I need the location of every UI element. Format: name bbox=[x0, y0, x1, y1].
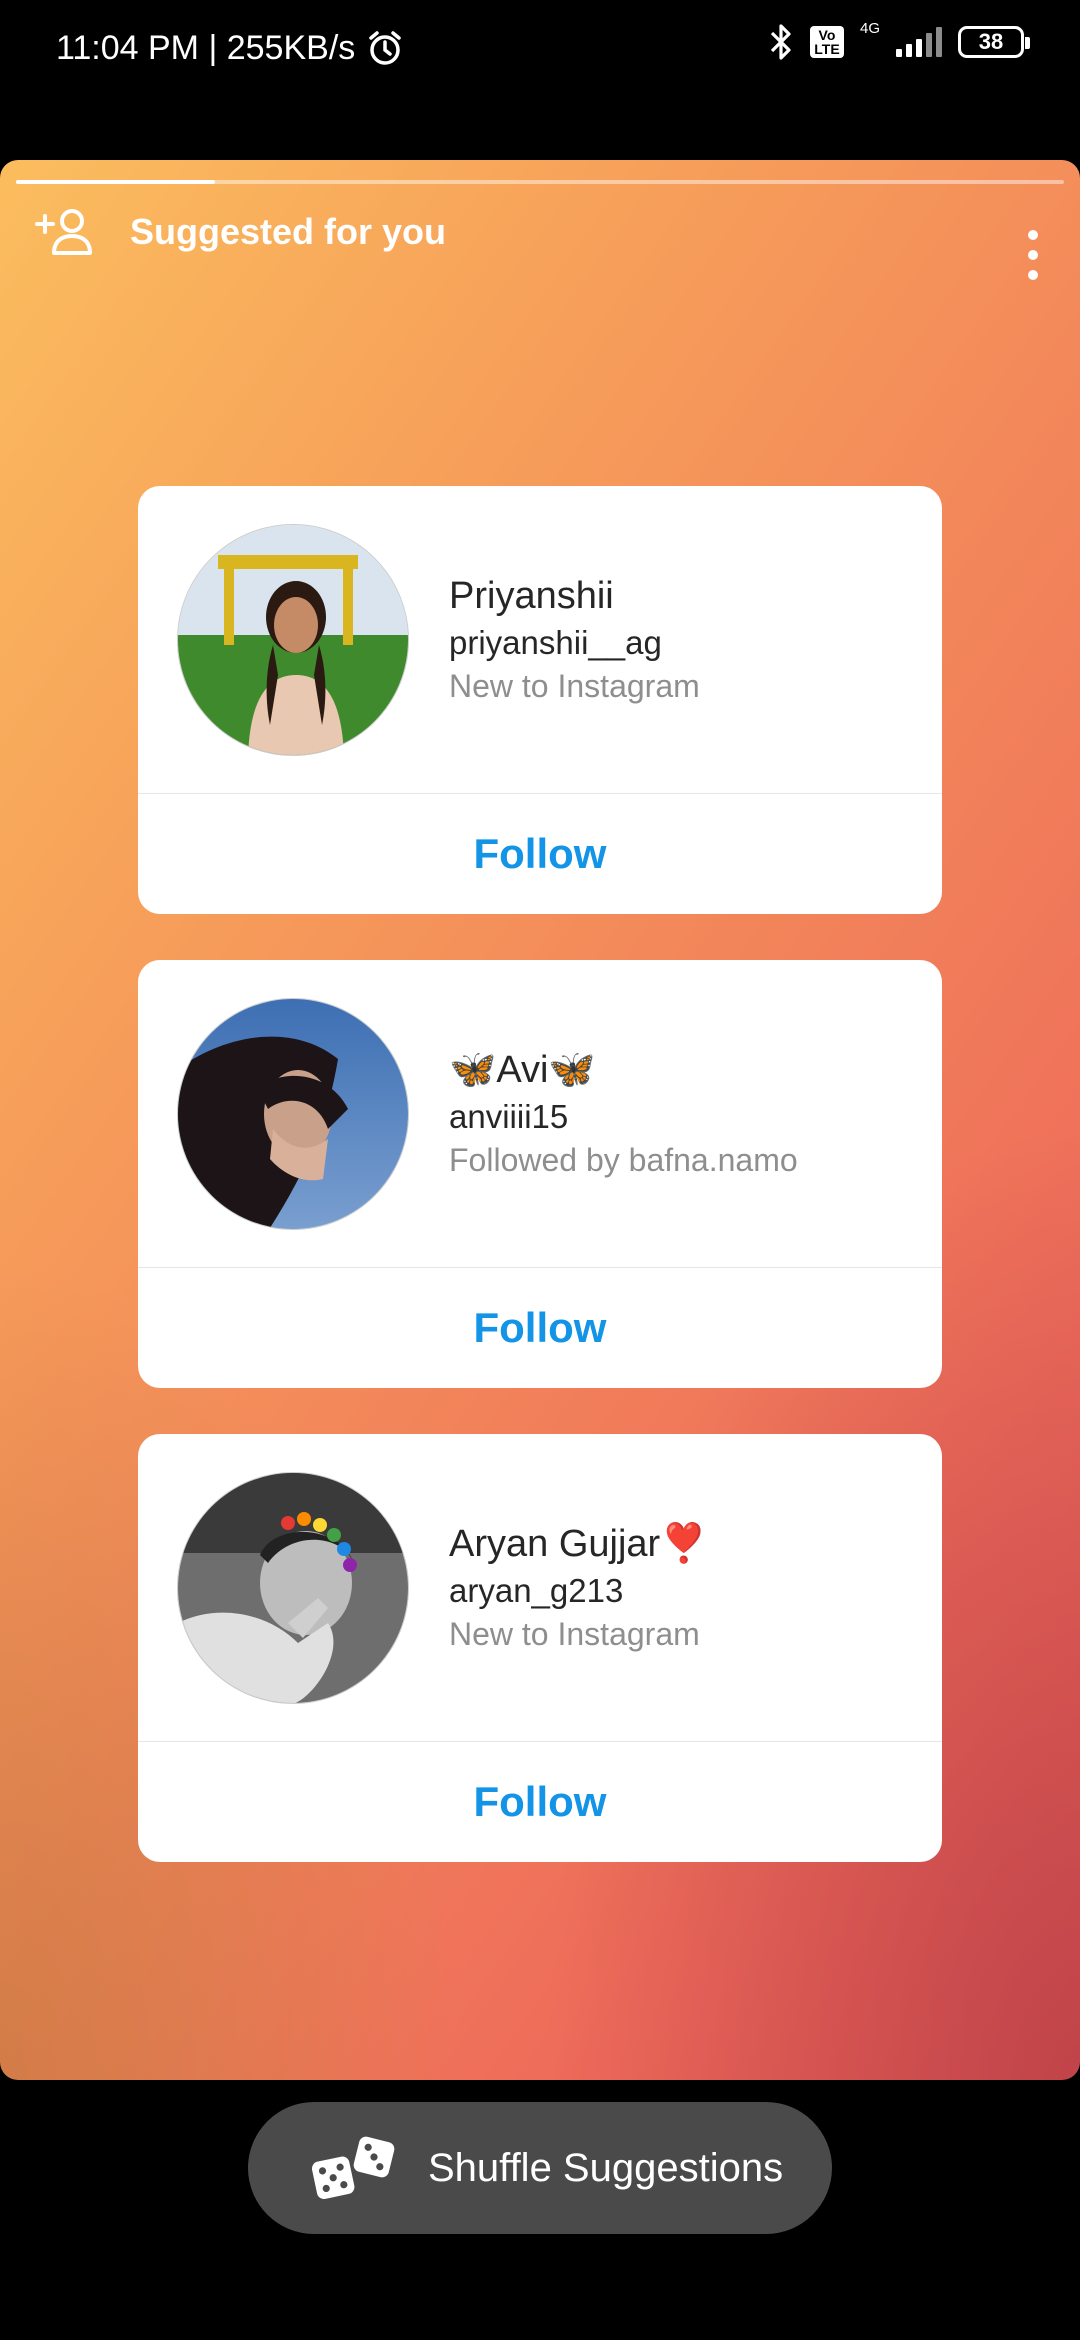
suggestion-reason: New to Instagram bbox=[449, 667, 700, 704]
network-type: 4G bbox=[859, 19, 880, 37]
more-options-icon[interactable] bbox=[1026, 230, 1040, 280]
battery-level: 38 bbox=[978, 29, 1004, 54]
profile-info: 🦋Avi🦋 anviiii15 Followed by bafna.namo bbox=[449, 1048, 798, 1179]
username: anviiii15 bbox=[449, 1098, 569, 1135]
display-name: Priyanshii bbox=[449, 574, 614, 617]
battery-icon: 38 bbox=[958, 26, 1030, 58]
story-progress-fill bbox=[16, 180, 216, 184]
profile-row[interactable]: Priyanshii priyanshii__ag New to Instagr… bbox=[138, 486, 942, 794]
follow-button[interactable]: Follow bbox=[138, 1268, 942, 1388]
display-name: Aryan Gujjar❣️ bbox=[449, 1523, 708, 1565]
avatar[interactable] bbox=[177, 523, 409, 756]
story-title: Suggested for you bbox=[130, 211, 447, 252]
profile-info: Priyanshii priyanshii__ag New to Instagr… bbox=[449, 575, 700, 705]
volte-icon: Vo LTE bbox=[809, 26, 844, 58]
follow-button[interactable]: Follow bbox=[138, 794, 942, 914]
suggestion-card: Aryan Gujjar❣️ aryan_g213 New to Instagr… bbox=[138, 1434, 942, 1862]
shuffle-label: Shuffle Suggestions bbox=[428, 2145, 784, 2190]
display-name: 🦋Avi🦋 bbox=[449, 1049, 596, 1091]
status-bar: 11:04 PM | 255KB/s Vo LTE 4G 38 bbox=[0, 0, 1080, 96]
suggestion-reason: New to Instagram bbox=[449, 1616, 700, 1652]
profile-info: Aryan Gujjar❣️ aryan_g213 New to Instagr… bbox=[449, 1522, 708, 1653]
profile-row[interactable]: 🦋Avi🦋 anviiii15 Followed by bafna.namo bbox=[138, 960, 942, 1268]
story-header: Suggested for you bbox=[34, 206, 446, 258]
username: priyanshii__ag bbox=[449, 623, 662, 661]
story-progress-bar bbox=[16, 180, 1064, 184]
follow-button[interactable]: Follow bbox=[138, 1742, 942, 1862]
alarm-icon bbox=[365, 28, 405, 68]
suggestion-reason: Followed by bafna.namo bbox=[449, 1142, 798, 1178]
shuffle-suggestions-button[interactable]: Shuffle Suggestions bbox=[248, 2102, 832, 2234]
username: aryan_g213 bbox=[449, 1572, 624, 1609]
story-panel[interactable]: Suggested for you Priyanshii priyanshii_… bbox=[0, 160, 1080, 2080]
dice-icon bbox=[308, 2133, 400, 2203]
bluetooth-icon bbox=[768, 22, 794, 62]
signal-icon bbox=[896, 27, 942, 57]
avatar[interactable] bbox=[177, 997, 409, 1230]
status-time: 11:04 PM | 255KB/s bbox=[56, 28, 356, 67]
suggestion-card: 🦋Avi🦋 anviiii15 Followed by bafna.namo F… bbox=[138, 960, 942, 1388]
avatar[interactable] bbox=[177, 1471, 409, 1704]
suggestion-card: Priyanshii priyanshii__ag New to Instagr… bbox=[138, 486, 942, 914]
add-person-icon bbox=[34, 206, 96, 258]
profile-row[interactable]: Aryan Gujjar❣️ aryan_g213 New to Instagr… bbox=[138, 1434, 942, 1742]
